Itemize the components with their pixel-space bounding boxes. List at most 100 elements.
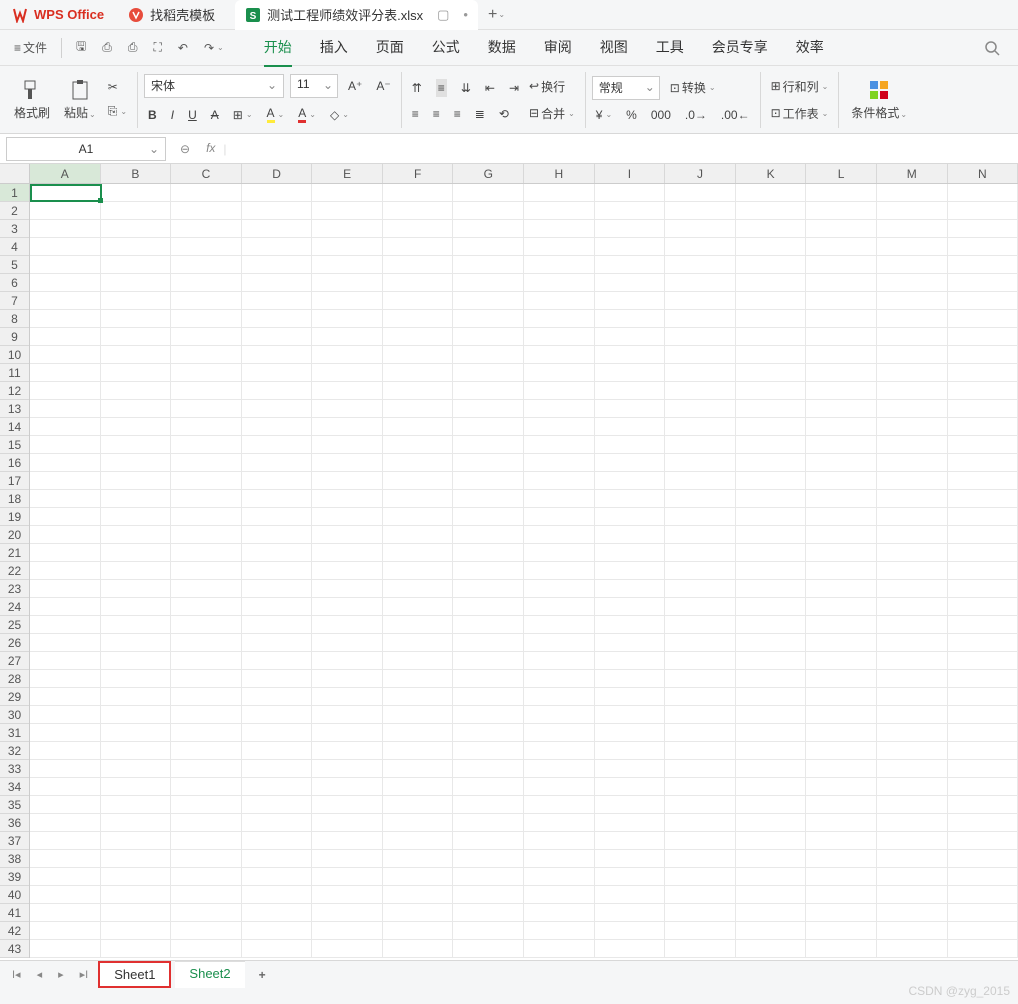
cell[interactable] [524, 310, 595, 328]
cell[interactable] [524, 382, 595, 400]
cell[interactable] [242, 670, 313, 688]
cell[interactable] [453, 184, 524, 202]
cell[interactable] [948, 670, 1018, 688]
cell[interactable] [312, 598, 383, 616]
cell[interactable] [30, 472, 101, 490]
cell[interactable] [453, 616, 524, 634]
cell[interactable] [665, 418, 736, 436]
preview-button[interactable]: ⛶ [147, 36, 167, 59]
redo-button[interactable]: ↷⌄ [198, 37, 230, 59]
cell[interactable] [595, 454, 666, 472]
tab-document[interactable]: S 测试工程师绩效评分表.xlsx ▢ • [235, 0, 478, 30]
menu-tab-4[interactable]: 数据 [488, 29, 516, 67]
cell[interactable] [877, 634, 948, 652]
cell[interactable] [736, 202, 807, 220]
cell[interactable] [806, 724, 877, 742]
cell[interactable] [736, 940, 807, 958]
cell[interactable] [877, 364, 948, 382]
cell[interactable] [806, 220, 877, 238]
cell[interactable] [171, 364, 242, 382]
cell[interactable] [101, 562, 172, 580]
cell[interactable] [948, 490, 1018, 508]
cell[interactable] [736, 904, 807, 922]
cell[interactable] [524, 940, 595, 958]
cond-format-label[interactable]: 条件格式⌄ [851, 104, 907, 121]
cell[interactable] [948, 742, 1018, 760]
cell[interactable] [171, 940, 242, 958]
cell[interactable] [242, 292, 313, 310]
cell[interactable] [948, 238, 1018, 256]
cell[interactable] [665, 490, 736, 508]
cell[interactable] [30, 868, 101, 886]
cell[interactable] [736, 832, 807, 850]
cell[interactable] [312, 688, 383, 706]
sheet-last-button[interactable]: ▸I [74, 964, 95, 985]
cell[interactable] [101, 346, 172, 364]
cell[interactable] [242, 724, 313, 742]
cell[interactable] [806, 760, 877, 778]
cell[interactable] [453, 886, 524, 904]
cell[interactable] [806, 382, 877, 400]
row-header[interactable]: 26 [0, 634, 29, 652]
strikethrough-button[interactable]: A [207, 106, 223, 124]
cell[interactable] [242, 184, 313, 202]
cell[interactable] [242, 400, 313, 418]
cell[interactable] [312, 382, 383, 400]
tab-daoke[interactable]: 找稻壳模板 [116, 0, 227, 30]
cell[interactable] [101, 490, 172, 508]
cell[interactable] [242, 328, 313, 346]
cell[interactable] [30, 562, 101, 580]
cell[interactable] [948, 310, 1018, 328]
cell[interactable] [595, 886, 666, 904]
cell[interactable] [30, 850, 101, 868]
cell[interactable] [383, 436, 454, 454]
cell[interactable] [595, 310, 666, 328]
cell[interactable] [665, 310, 736, 328]
cell[interactable] [524, 742, 595, 760]
cell[interactable] [877, 238, 948, 256]
cell[interactable] [736, 742, 807, 760]
menu-tab-6[interactable]: 视图 [600, 29, 628, 67]
row-header[interactable]: 36 [0, 814, 29, 832]
cell[interactable] [30, 724, 101, 742]
cell[interactable] [806, 706, 877, 724]
cell[interactable] [595, 436, 666, 454]
col-header[interactable]: A [30, 164, 101, 183]
cell[interactable] [312, 760, 383, 778]
row-header[interactable]: 2 [0, 202, 29, 220]
row-header[interactable]: 28 [0, 670, 29, 688]
cell[interactable] [453, 346, 524, 364]
cell[interactable] [595, 760, 666, 778]
cell[interactable] [524, 346, 595, 364]
cell[interactable] [948, 832, 1018, 850]
cell[interactable] [101, 922, 172, 940]
cell[interactable] [453, 688, 524, 706]
rowcol-button[interactable]: ⊞行和列⌄ [767, 76, 833, 97]
cell[interactable] [595, 364, 666, 382]
cell[interactable] [948, 562, 1018, 580]
sheet-first-button[interactable]: I◂ [6, 964, 27, 985]
cell[interactable] [524, 724, 595, 742]
indent-inc-button[interactable]: ⇥ [505, 79, 523, 97]
cell[interactable] [242, 490, 313, 508]
cell[interactable] [595, 724, 666, 742]
number-format-select[interactable]: 常规 [592, 76, 660, 100]
cell[interactable] [383, 472, 454, 490]
cell[interactable] [877, 796, 948, 814]
cell[interactable] [665, 598, 736, 616]
cell[interactable] [877, 346, 948, 364]
cell[interactable] [453, 472, 524, 490]
cell[interactable] [242, 526, 313, 544]
cell[interactable] [242, 904, 313, 922]
cell[interactable] [171, 256, 242, 274]
cell[interactable] [101, 652, 172, 670]
cell[interactable] [383, 274, 454, 292]
cell[interactable] [171, 616, 242, 634]
align-center-button[interactable]: ≡ [429, 105, 444, 123]
cell[interactable] [242, 616, 313, 634]
cell[interactable] [312, 616, 383, 634]
row-header[interactable]: 30 [0, 706, 29, 724]
cell[interactable] [383, 778, 454, 796]
cell[interactable] [171, 778, 242, 796]
cell[interactable] [242, 364, 313, 382]
